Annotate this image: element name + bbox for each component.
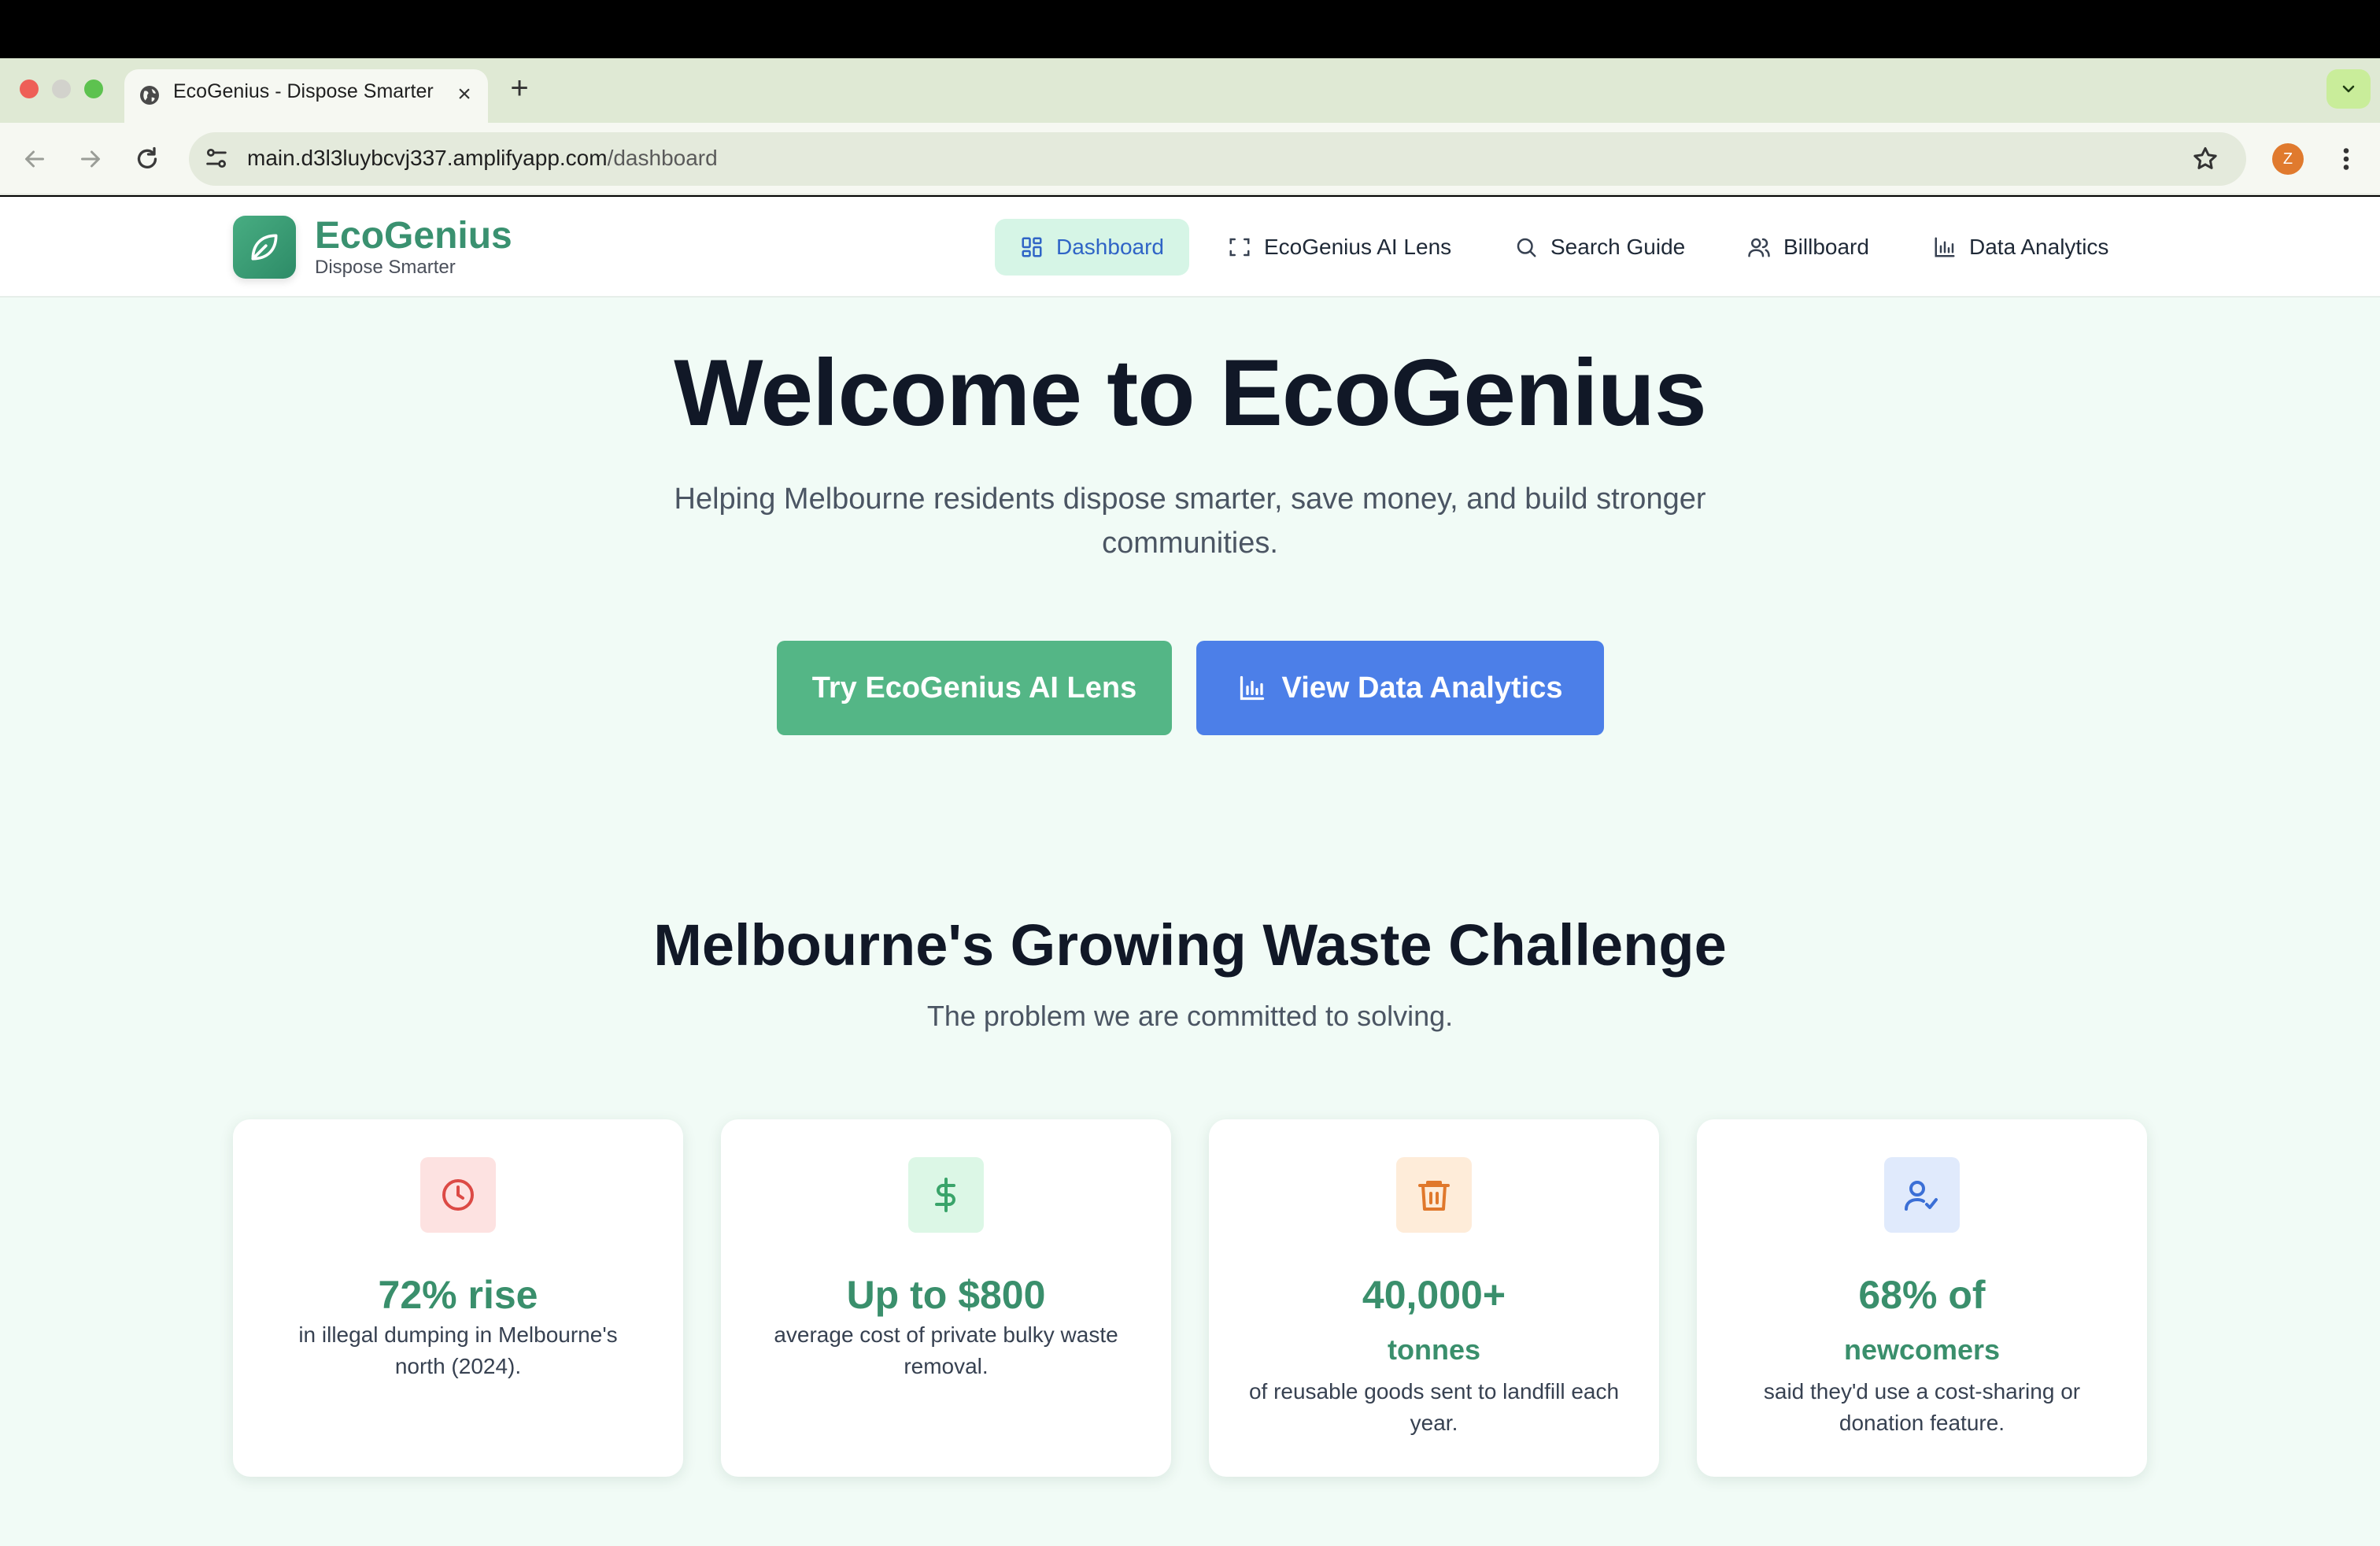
bookmark-star-icon[interactable] — [2191, 145, 2219, 173]
reload-icon[interactable] — [133, 145, 161, 173]
nav-billboard[interactable]: Billboard — [1747, 219, 1869, 276]
nav-search-guide[interactable]: Search Guide — [1514, 219, 1685, 276]
more-menu-icon[interactable] — [2334, 145, 2358, 173]
stat-unit: newcomers — [1843, 1333, 2001, 1366]
profile-avatar[interactable]: Z — [2272, 143, 2304, 175]
site-navbar: EcoGenius Dispose Smarter Dashboard EcoG… — [0, 197, 2380, 298]
stat-description: of reusable goods sent to landfill each … — [1248, 1379, 1620, 1435]
nav-dashboard-label: Dashboard — [1056, 235, 1164, 259]
bar-chart-icon — [1240, 675, 1264, 701]
nav-ai-lens[interactable]: EcoGenius AI Lens — [1228, 219, 1451, 276]
back-arrow-icon[interactable] — [20, 145, 49, 173]
chevron-down-icon — [2342, 85, 2355, 93]
section-title: Melbourne's Growing Waste Challenge — [653, 912, 1727, 978]
nav-data-analytics-label: Data Analytics — [1969, 235, 2109, 259]
stat-value: Up to $800 — [846, 1273, 1046, 1317]
stat-value: 68% of — [1858, 1273, 1986, 1317]
leaf-logo-icon[interactable] — [233, 216, 296, 279]
nav-dashboard[interactable]: Dashboard — [995, 219, 1189, 276]
site-settings-icon[interactable] — [203, 145, 230, 172]
tab-title: EcoGenius - Dispose Smarter — [173, 80, 434, 102]
url-host: main.d3l3luybcvj337.amplifyapp.com — [247, 146, 608, 170]
macos-menu-area — [0, 0, 2380, 58]
stat-description: average cost of private bulky waste remo… — [774, 1322, 1118, 1378]
address-bar[interactable]: main.d3l3luybcvj337.amplifyapp.com/dashb… — [189, 132, 2246, 186]
url-text: main.d3l3luybcvj337.amplifyapp.com/dashb… — [247, 146, 718, 171]
stat-card-landfill: 40,000+ tonnes of reusable goods sent to… — [1209, 1119, 1659, 1477]
user-check-icon — [1884, 1157, 1960, 1233]
minimize-window-button[interactable] — [52, 80, 71, 98]
users-icon — [1748, 238, 1770, 257]
page-content: EcoGenius Dispose Smarter Dashboard EcoG… — [0, 197, 2380, 1546]
brand-tagline: Dispose Smarter — [315, 257, 456, 278]
view-data-analytics-button[interactable]: View Data Analytics — [1196, 641, 1604, 735]
dollar-icon — [908, 1157, 984, 1233]
new-tab-button[interactable]: + — [504, 71, 535, 107]
section-subtitle: The problem we are committed to solving. — [926, 1000, 1454, 1032]
scan-frame-icon — [1229, 238, 1250, 257]
stat-card-newcomers: 68% of newcomers said they'd use a cost-… — [1697, 1119, 2147, 1477]
stat-value: 40,000+ — [1362, 1273, 1506, 1317]
dashboard-grid-icon — [1022, 237, 1042, 257]
globe-icon — [140, 86, 159, 105]
stat-value: 72% rise — [378, 1273, 538, 1317]
close-tab-icon[interactable]: × — [450, 80, 479, 109]
nav-search-guide-label: Search Guide — [1550, 235, 1686, 259]
maximize-window-button[interactable] — [84, 80, 103, 98]
brand-name[interactable]: EcoGenius — [315, 214, 512, 257]
nav-data-analytics[interactable]: Data Analytics — [1933, 219, 2108, 276]
trash-icon — [1396, 1157, 1472, 1233]
close-window-button[interactable] — [20, 80, 39, 98]
hero-subtitle: Helping Melbourne residents dispose smar… — [674, 483, 1706, 560]
try-ai-lens-label: Try EcoGenius AI Lens — [811, 671, 1137, 705]
url-path: /dashboard — [607, 146, 718, 170]
stat-description: in illegal dumping in Melbourne's north … — [298, 1322, 618, 1378]
clock-icon — [420, 1157, 496, 1233]
view-data-analytics-label: View Data Analytics — [1281, 671, 1563, 705]
try-ai-lens-button[interactable]: Try EcoGenius AI Lens — [777, 641, 1172, 735]
stat-card-removal-cost: Up to $800 average cost of private bulky… — [721, 1119, 1171, 1477]
stat-description: said they'd use a cost-sharing or donati… — [1763, 1379, 2081, 1435]
tab-search-button[interactable] — [2326, 69, 2371, 109]
search-icon — [1517, 238, 1536, 257]
hero-title: Welcome to EcoGenius — [674, 340, 1706, 446]
stat-card-illegal-dumping: 72% rise in illegal dumping in Melbourne… — [233, 1119, 683, 1477]
stat-unit: tonnes — [1387, 1333, 1480, 1366]
nav-billboard-label: Billboard — [1783, 235, 1869, 259]
browser-tab[interactable]: EcoGenius - Dispose Smarter × — [124, 69, 488, 123]
nav-ai-lens-label: EcoGenius AI Lens — [1264, 235, 1452, 259]
forward-arrow-icon[interactable] — [76, 145, 105, 173]
bar-chart-icon — [1935, 237, 1955, 257]
